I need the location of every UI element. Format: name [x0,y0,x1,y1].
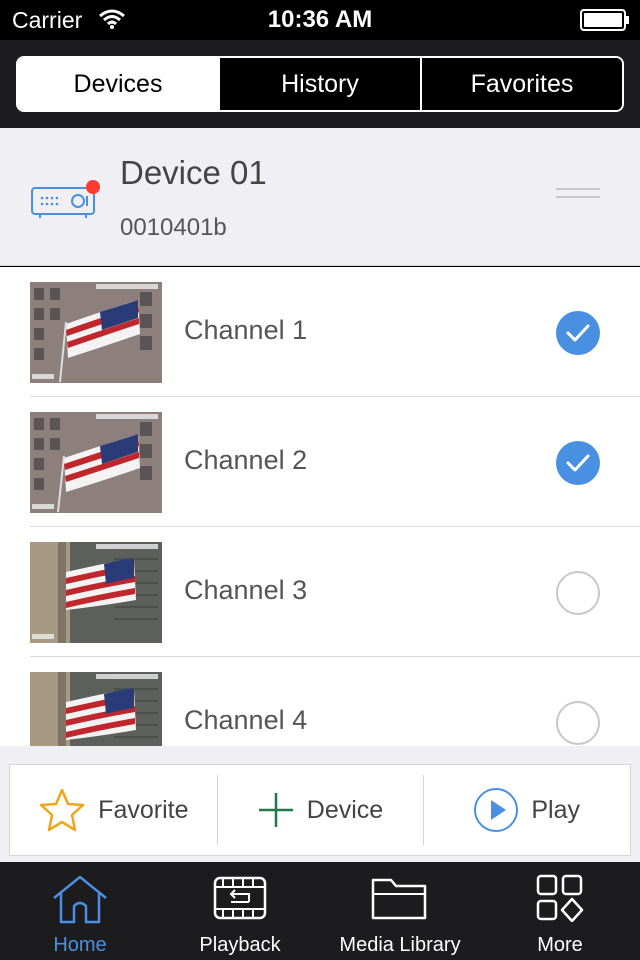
tab-playback[interactable]: Playback [160,862,320,960]
checkmark-icon [566,454,590,472]
channel-row[interactable]: Channel 4 [0,657,640,746]
channel-row[interactable]: Channel 2 [0,397,640,527]
play-circle-icon [474,788,519,832]
plus-icon [258,793,293,827]
channel-list: Channel 1 Channel 2 Channel 3 Channel 4 [0,267,640,746]
add-device-button[interactable]: Device [216,765,424,855]
play-label: Play [531,795,580,824]
device-label: Device [306,795,384,824]
channel-row[interactable]: Channel 1 [0,267,640,397]
channel-name: Channel 1 [184,315,308,345]
online-status-dot [86,180,100,194]
tab-bar: Home Playback Media Library More [0,862,640,960]
checkmark-icon [566,324,590,342]
drag-handle-icon[interactable] [556,188,600,210]
channel-name: Channel 3 [184,575,308,605]
channel-row[interactable]: Channel 3 [0,527,640,657]
segment-favorites[interactable]: Favorites [420,58,622,110]
segment-history[interactable]: History [218,58,420,110]
tab-media-library[interactable]: Media Library [320,862,480,960]
folder-icon [371,878,427,920]
favorite-label: Favorite [98,795,189,824]
action-bar: Favorite Device Play [9,764,631,856]
segment-devices[interactable]: Devices [18,58,218,110]
tab-label: Home [53,934,107,956]
playback-icon [213,876,267,920]
checkbox-unchecked[interactable] [556,571,600,615]
channel-thumbnail [30,672,162,746]
tab-home[interactable]: Home [0,862,160,960]
home-icon [53,875,107,924]
segment-bar: Devices History Favorites [0,40,640,128]
device-name: Device 01 [120,154,267,191]
checkbox-checked[interactable] [556,441,600,485]
favorite-button[interactable]: Favorite [10,765,217,855]
status-bar: Carrier 10:36 AM [0,0,640,40]
play-button[interactable]: Play [423,765,630,855]
tab-more[interactable]: More [480,862,640,960]
tab-label: Media Library [339,934,461,956]
clock: 10:36 AM [267,6,373,33]
action-area: Favorite Device Play [0,746,640,862]
channel-thumbnail [30,542,162,643]
battery-icon [580,9,629,31]
channel-name: Channel 4 [184,705,308,735]
checkbox-unchecked[interactable] [556,701,600,745]
tab-label: Playback [199,934,281,956]
tab-label: More [537,934,583,956]
more-icon [536,874,584,922]
star-icon [39,788,85,832]
channel-thumbnail [30,412,162,513]
device-serial: 0010401b [120,214,227,241]
segmented-control: Devices History Favorites [16,56,624,112]
channel-thumbnail [30,282,162,383]
channel-name: Channel 2 [184,445,308,475]
checkbox-checked[interactable] [556,311,600,355]
device-header[interactable]: Device 01 0010401b [0,128,640,266]
